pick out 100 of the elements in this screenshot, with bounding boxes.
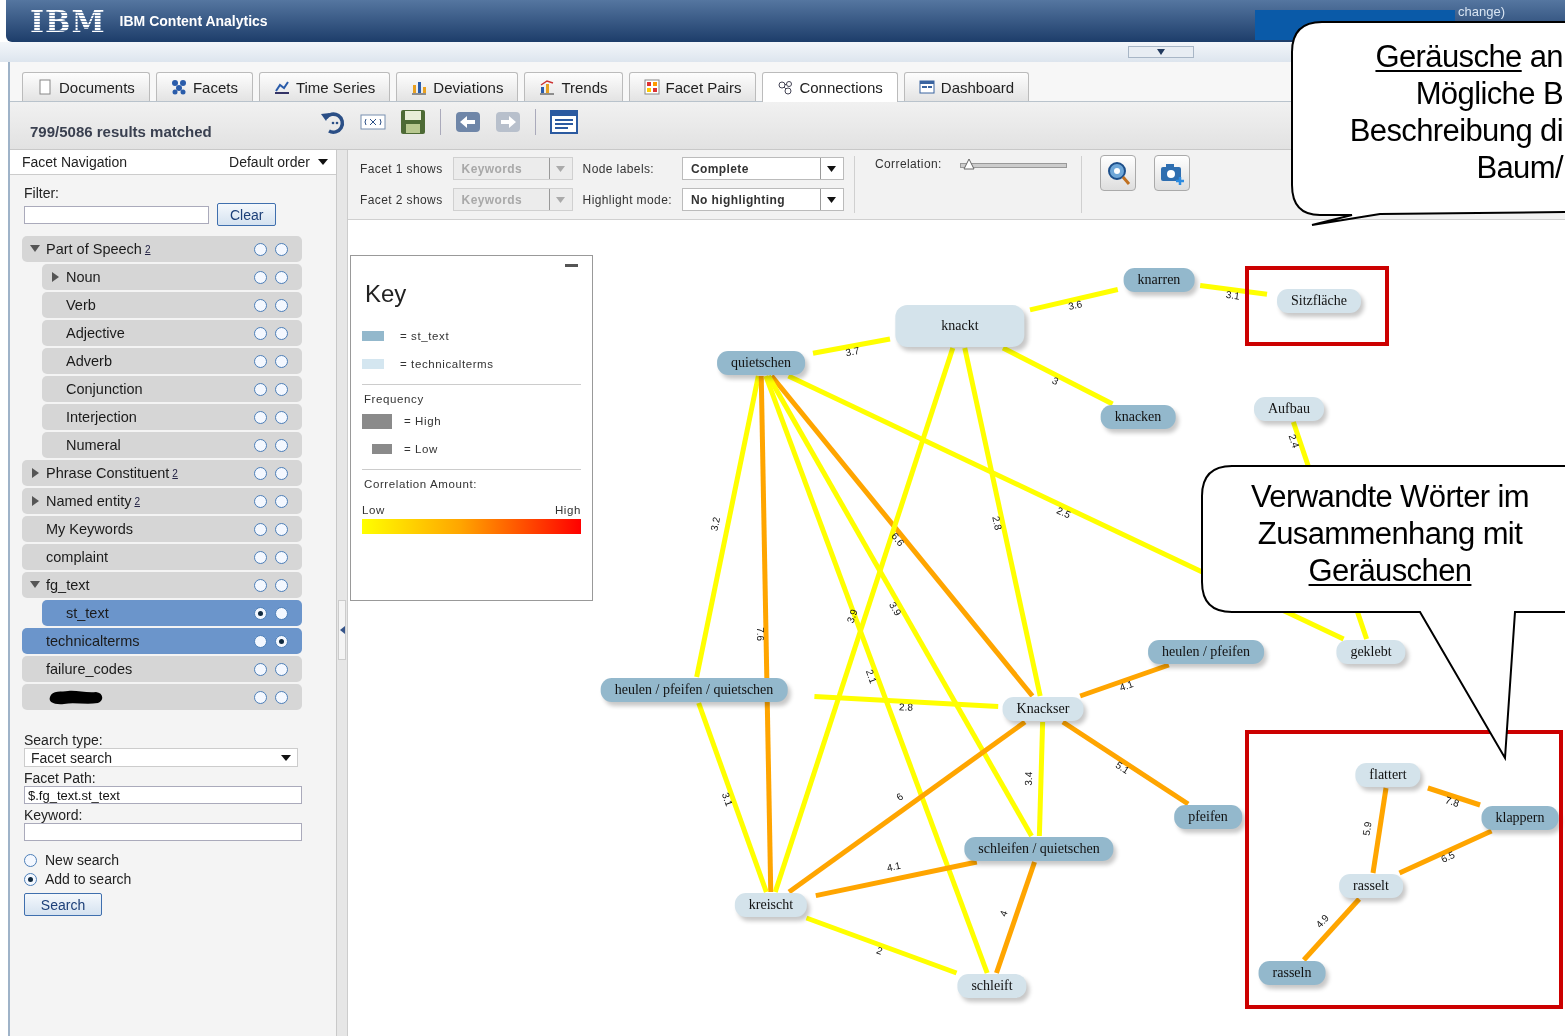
legend-label: = technicalterms bbox=[400, 358, 494, 370]
graph-node[interactable]: knarren bbox=[1123, 268, 1195, 292]
facet-row-background[interactable] bbox=[22, 516, 302, 542]
keyword-label: Keyword: bbox=[24, 807, 84, 823]
snapshot-button[interactable] bbox=[1153, 155, 1190, 191]
graph-node[interactable]: heulen / pfeifen / quietschen bbox=[600, 678, 788, 702]
graph-node[interactable]: pfeifen bbox=[1174, 805, 1242, 829]
search-type-dropdown[interactable]: Facet search bbox=[24, 748, 298, 767]
help-link[interactable]: 2 bbox=[134, 495, 140, 507]
clear-button[interactable]: Clear bbox=[217, 203, 277, 226]
facet-row-background[interactable] bbox=[22, 656, 302, 682]
sort-dropdown[interactable]: Default order bbox=[229, 154, 328, 170]
edge-value: 2.5 bbox=[1055, 504, 1073, 521]
save-icon[interactable] bbox=[400, 109, 426, 135]
filter-field[interactable] bbox=[24, 205, 209, 224]
callout-text: Mögliche B bbox=[1414, 75, 1563, 112]
facet-row-background[interactable] bbox=[22, 236, 302, 262]
edge-value: 2 bbox=[875, 944, 885, 957]
graph-node[interactable]: knackt bbox=[895, 305, 1025, 347]
graph-node[interactable]: Knackser bbox=[1002, 697, 1084, 721]
search-type-label: Search type: bbox=[24, 732, 104, 748]
back-icon[interactable] bbox=[455, 111, 481, 133]
graph-node[interactable]: kreischt bbox=[734, 893, 808, 917]
facet-row-background[interactable] bbox=[22, 460, 302, 486]
filter-label: Filter: bbox=[24, 185, 60, 201]
variable-icon[interactable] bbox=[360, 113, 386, 131]
search-button[interactable]: Search bbox=[24, 893, 102, 916]
search-mode-radio[interactable] bbox=[24, 872, 37, 886]
undo-icon[interactable] bbox=[320, 109, 346, 135]
graph-node[interactable]: schleifen / quietschen bbox=[964, 837, 1114, 861]
forward-icon[interactable] bbox=[495, 111, 521, 133]
expand-arrow-icon[interactable] bbox=[30, 244, 40, 254]
facet-row-background[interactable] bbox=[42, 600, 302, 626]
facet-row-background[interactable] bbox=[22, 544, 302, 570]
edge-value: 6.5 bbox=[1439, 849, 1457, 865]
tab[interactable]: Facets bbox=[155, 72, 253, 101]
slider-thumb[interactable] bbox=[963, 158, 976, 170]
graph-node[interactable]: Sitzfläche bbox=[1277, 289, 1361, 313]
dropdown-label: Node labels: bbox=[582, 161, 656, 176]
graph-node[interactable]: geklebt bbox=[1336, 640, 1406, 664]
graph-node[interactable]: rasselt bbox=[1339, 874, 1403, 898]
graph-node[interactable]: schleift bbox=[957, 974, 1027, 998]
tab[interactable]: Dashboard bbox=[903, 72, 1030, 101]
facet-row-background[interactable] bbox=[22, 628, 302, 654]
edge-value: 3.1 bbox=[1225, 288, 1241, 302]
edge-value: 3.9 bbox=[887, 599, 904, 618]
search-mode-radio[interactable] bbox=[24, 853, 37, 867]
facet-row-background[interactable] bbox=[42, 376, 302, 402]
tab[interactable]: Documents bbox=[22, 72, 150, 101]
caret-icon bbox=[827, 165, 837, 172]
tab[interactable]: Trends bbox=[524, 72, 623, 101]
caret-icon bbox=[318, 159, 328, 165]
graph-node[interactable]: Aufbau bbox=[1254, 397, 1324, 421]
graph-node[interactable]: rasseln bbox=[1258, 961, 1326, 985]
facet-row-background[interactable] bbox=[42, 404, 302, 430]
facet-label: Phrase Constituent bbox=[46, 465, 170, 481]
app-title: IBM Content Analytics bbox=[119, 13, 268, 29]
graph-node[interactable]: klappern bbox=[1481, 806, 1559, 830]
facet-row-background[interactable] bbox=[42, 320, 302, 346]
facet-label: Noun bbox=[66, 269, 101, 285]
dropdown[interactable]: No highlighting bbox=[681, 188, 844, 211]
tab[interactable]: Facet Pairs bbox=[628, 72, 757, 101]
zoom-button[interactable] bbox=[1099, 155, 1136, 191]
document-icon bbox=[37, 79, 53, 95]
help-link[interactable]: 2 bbox=[144, 243, 151, 255]
dropdown-label: Highlight mode: bbox=[582, 192, 672, 207]
edge-value: 7.6 bbox=[754, 627, 767, 642]
expand-arrow-icon[interactable] bbox=[50, 272, 60, 282]
edge-value: 3.4 bbox=[1022, 771, 1035, 786]
callout-text: Geräuschen bbox=[1307, 552, 1473, 589]
dropdown[interactable]: Complete bbox=[681, 157, 844, 180]
collapse-handle[interactable] bbox=[1128, 46, 1194, 58]
help-link[interactable]: 2 bbox=[172, 467, 178, 479]
graph-node[interactable]: quietschen bbox=[717, 351, 805, 375]
list-icon[interactable] bbox=[550, 110, 578, 134]
facet-label: Numeral bbox=[66, 437, 121, 453]
edge-value: 5.9 bbox=[1360, 820, 1374, 837]
expand-arrow-icon[interactable] bbox=[30, 496, 40, 506]
facet-path-field[interactable]: $.fg_text.st_text bbox=[24, 786, 302, 804]
keyword-field[interactable] bbox=[24, 823, 302, 841]
facet-path-label: Facet Path: bbox=[24, 770, 97, 786]
splitter-handle[interactable] bbox=[338, 600, 346, 660]
tab[interactable]: Time Series bbox=[258, 72, 391, 101]
expand-arrow-icon[interactable] bbox=[30, 468, 40, 478]
change-link[interactable]: change) bbox=[1458, 4, 1505, 19]
expand-arrow-icon[interactable] bbox=[30, 580, 40, 590]
frequency-swatch bbox=[362, 413, 392, 429]
tab[interactable]: Deviations bbox=[396, 72, 519, 101]
caret-icon bbox=[827, 196, 837, 203]
graph-node[interactable]: heulen / pfeifen bbox=[1148, 640, 1264, 664]
tab[interactable]: Connections bbox=[762, 72, 898, 102]
scale-label: Low bbox=[362, 504, 385, 516]
edge-value: 3.2 bbox=[708, 516, 723, 532]
facet-row-background[interactable] bbox=[22, 488, 302, 514]
edge-value: 3.1 bbox=[719, 790, 735, 808]
edge-value: 3 bbox=[1050, 374, 1061, 388]
graph-node[interactable]: flattert bbox=[1355, 763, 1421, 787]
camera-icon bbox=[1158, 161, 1185, 185]
graph-node[interactable]: knacken bbox=[1100, 405, 1176, 429]
dropdown-label: Facet 2 shows bbox=[360, 192, 443, 207]
